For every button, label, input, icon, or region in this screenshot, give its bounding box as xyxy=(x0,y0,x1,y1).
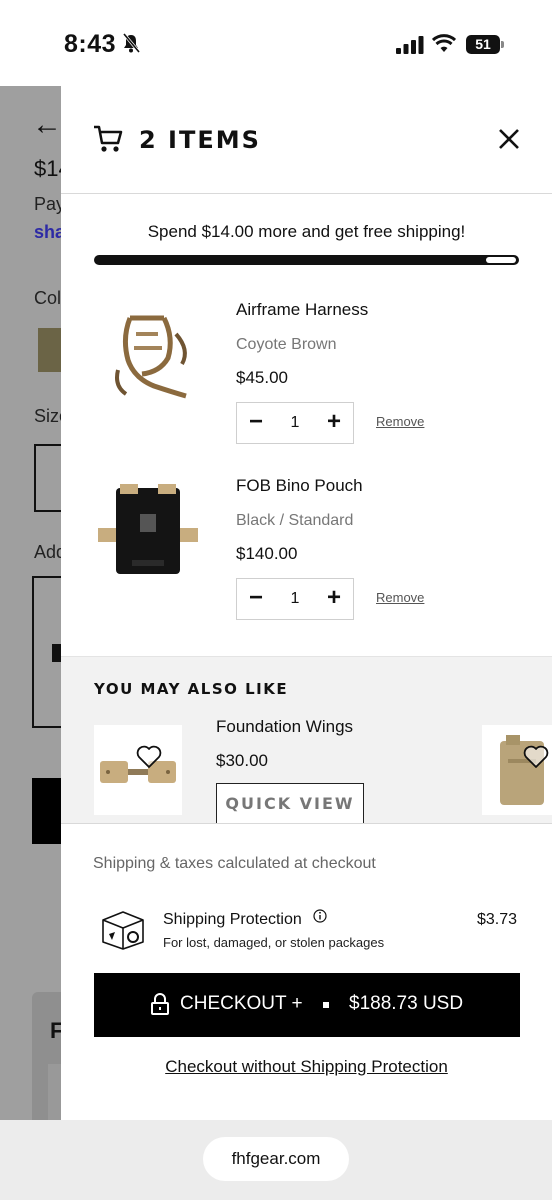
browser-bottom-bar: fhfgear.com xyxy=(0,1120,552,1200)
wishlist-heart-icon[interactable] xyxy=(523,745,549,769)
cart-item: Airframe Harness Coyote Brown $45.00 − 1… xyxy=(61,298,552,468)
status-bar: 8:43 51 xyxy=(0,0,552,86)
back-arrow-icon: ← xyxy=(32,108,62,141)
quantity-value[interactable]: 1 xyxy=(275,403,315,443)
battery-icon: 51 xyxy=(466,35,504,54)
recommendations-section: YOU MAY ALSO LIKE Foundation Wings $30.0… xyxy=(61,656,552,827)
taxes-note: Shipping & taxes calculated at checkout xyxy=(93,855,376,872)
recommended-product-name[interactable]: Foundation Wings xyxy=(216,717,353,737)
remove-item-link[interactable]: Remove xyxy=(376,590,424,605)
item-name: Airframe Harness xyxy=(236,300,369,319)
info-icon[interactable] xyxy=(313,909,327,923)
item-name: FOB Bino Pouch xyxy=(236,476,363,495)
checkout-button[interactable]: CHECKOUT + $188.73 USD xyxy=(94,973,520,1037)
shipping-protection-title: Shipping Protection xyxy=(163,911,302,928)
quick-view-button[interactable]: QUICK VIEW xyxy=(216,783,364,827)
item-price: $45.00 xyxy=(236,368,288,387)
wifi-icon xyxy=(432,34,456,52)
increase-quantity-button[interactable]: + xyxy=(315,579,353,619)
close-icon[interactable] xyxy=(498,128,520,150)
item-variant: Coyote Brown xyxy=(236,336,337,353)
cart-title: 2 ITEMS xyxy=(139,126,261,154)
shipping-protection-price: $3.73 xyxy=(476,911,517,928)
checkout-label: CHECKOUT + xyxy=(180,993,303,1014)
url-bar[interactable]: fhfgear.com xyxy=(203,1137,349,1181)
fob-bino-pouch-image xyxy=(94,474,202,582)
signal-icon xyxy=(396,36,424,54)
airframe-harness-image xyxy=(94,298,202,406)
cart-icon xyxy=(94,125,123,152)
recommendations-heading: YOU MAY ALSO LIKE xyxy=(94,680,289,698)
quantity-stepper: − 1 + xyxy=(236,578,354,620)
remove-item-link[interactable]: Remove xyxy=(376,414,424,429)
free-shipping-progress-bar xyxy=(94,255,519,265)
lock-icon xyxy=(151,993,169,1015)
decrease-quantity-button[interactable]: − xyxy=(237,579,275,619)
battery-tip xyxy=(501,41,504,48)
foundation-wings-image[interactable] xyxy=(94,725,182,815)
item-price: $140.00 xyxy=(236,544,298,563)
quantity-value[interactable]: 1 xyxy=(275,579,315,619)
cart-footer: Shipping & taxes calculated at checkout … xyxy=(61,823,552,1120)
cart-header: 2 ITEMS xyxy=(61,86,552,194)
shipping-protection-description: For lost, damaged, or stolen packages xyxy=(163,935,385,950)
recommended-pouch-image[interactable] xyxy=(482,725,552,815)
checkout-separator xyxy=(323,1002,329,1008)
item-variant: Black / Standard xyxy=(236,512,354,529)
cart-drawer: 2 ITEMS Spend $14.00 more and get free s… xyxy=(61,86,552,1120)
quantity-stepper: − 1 + xyxy=(236,402,354,444)
bell-muted-icon xyxy=(122,33,140,53)
battery-level: 51 xyxy=(466,35,500,54)
progress-remaining xyxy=(486,257,516,263)
free-shipping-message: Spend $14.00 more and get free shipping! xyxy=(147,222,466,241)
recommended-product-price: $30.00 xyxy=(216,751,268,770)
cart-item: FOB Bino Pouch Black / Standard $140.00 … xyxy=(61,474,552,644)
increase-quantity-button[interactable]: + xyxy=(315,403,353,443)
shipping-protection-box-icon xyxy=(102,911,144,950)
background-color-label: Col xyxy=(34,288,62,308)
checkout-total: $188.73 USD xyxy=(349,993,464,1014)
decrease-quantity-button[interactable]: − xyxy=(237,403,275,443)
status-time: 8:43 xyxy=(64,30,117,58)
wishlist-heart-icon[interactable] xyxy=(136,745,162,769)
checkout-without-protection-link[interactable]: Checkout without Shipping Protection xyxy=(61,1057,552,1077)
